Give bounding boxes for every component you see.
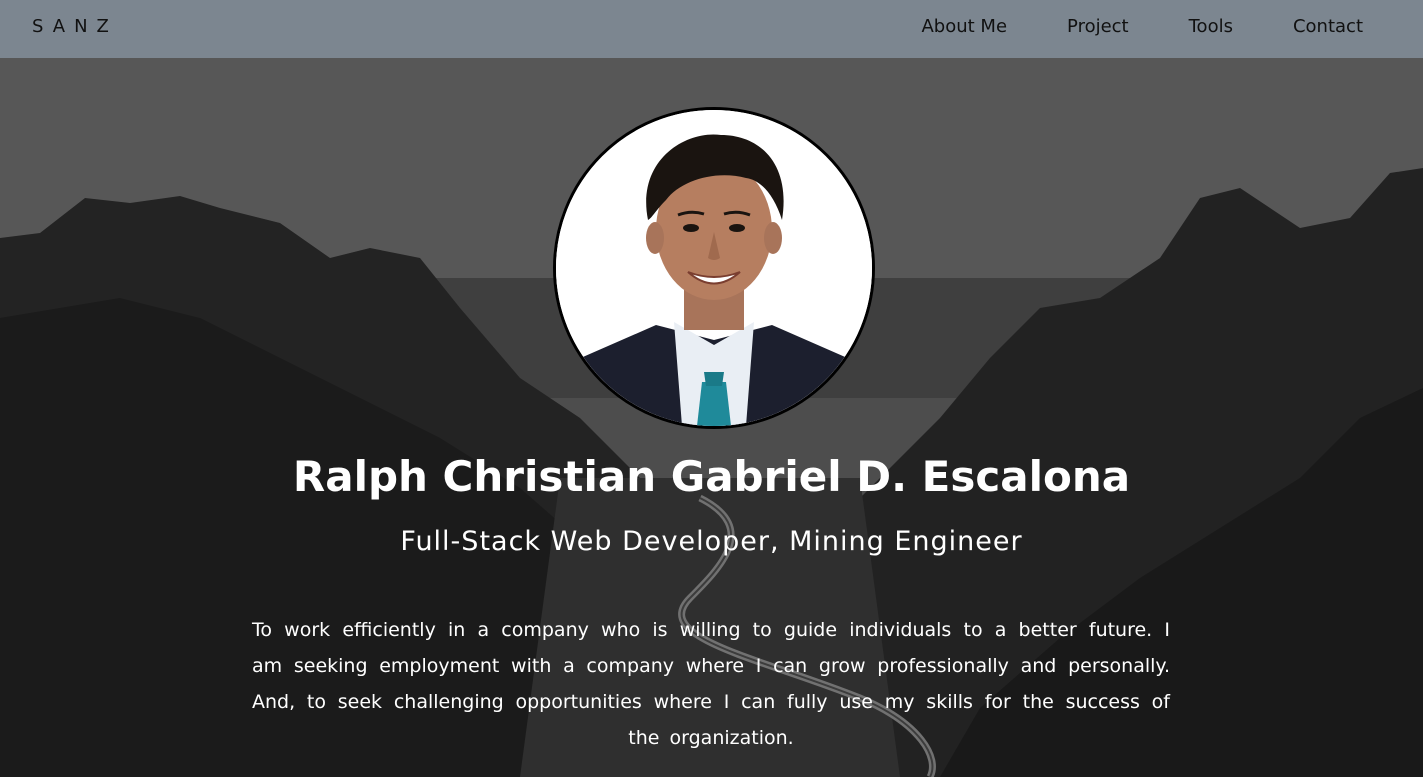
profile-objective: To work efficiently in a company who is … xyxy=(252,619,1170,749)
nav-links: About Me Project Tools Contact xyxy=(921,16,1363,37)
nav-link-tools[interactable]: Tools xyxy=(1189,16,1233,37)
nav-link-about-me[interactable]: About Me xyxy=(921,16,1007,37)
brand-logo[interactable]: SANZ xyxy=(32,16,118,37)
profile-name: Ralph Christian Gabriel D. Escalona xyxy=(292,452,1131,501)
nav-link-contact[interactable]: Contact xyxy=(1293,16,1363,37)
nav-link-project[interactable]: Project xyxy=(1067,16,1129,37)
profile-photo xyxy=(553,107,875,429)
portfolio-page: SANZ About Me Project Tools Contact Ralp… xyxy=(0,0,1423,777)
profile-portrait-image xyxy=(556,110,872,426)
top-navbar: SANZ About Me Project Tools Contact xyxy=(0,0,1423,58)
profile-role: Full-Stack Web Developer, Mining Enginee… xyxy=(400,526,1023,557)
